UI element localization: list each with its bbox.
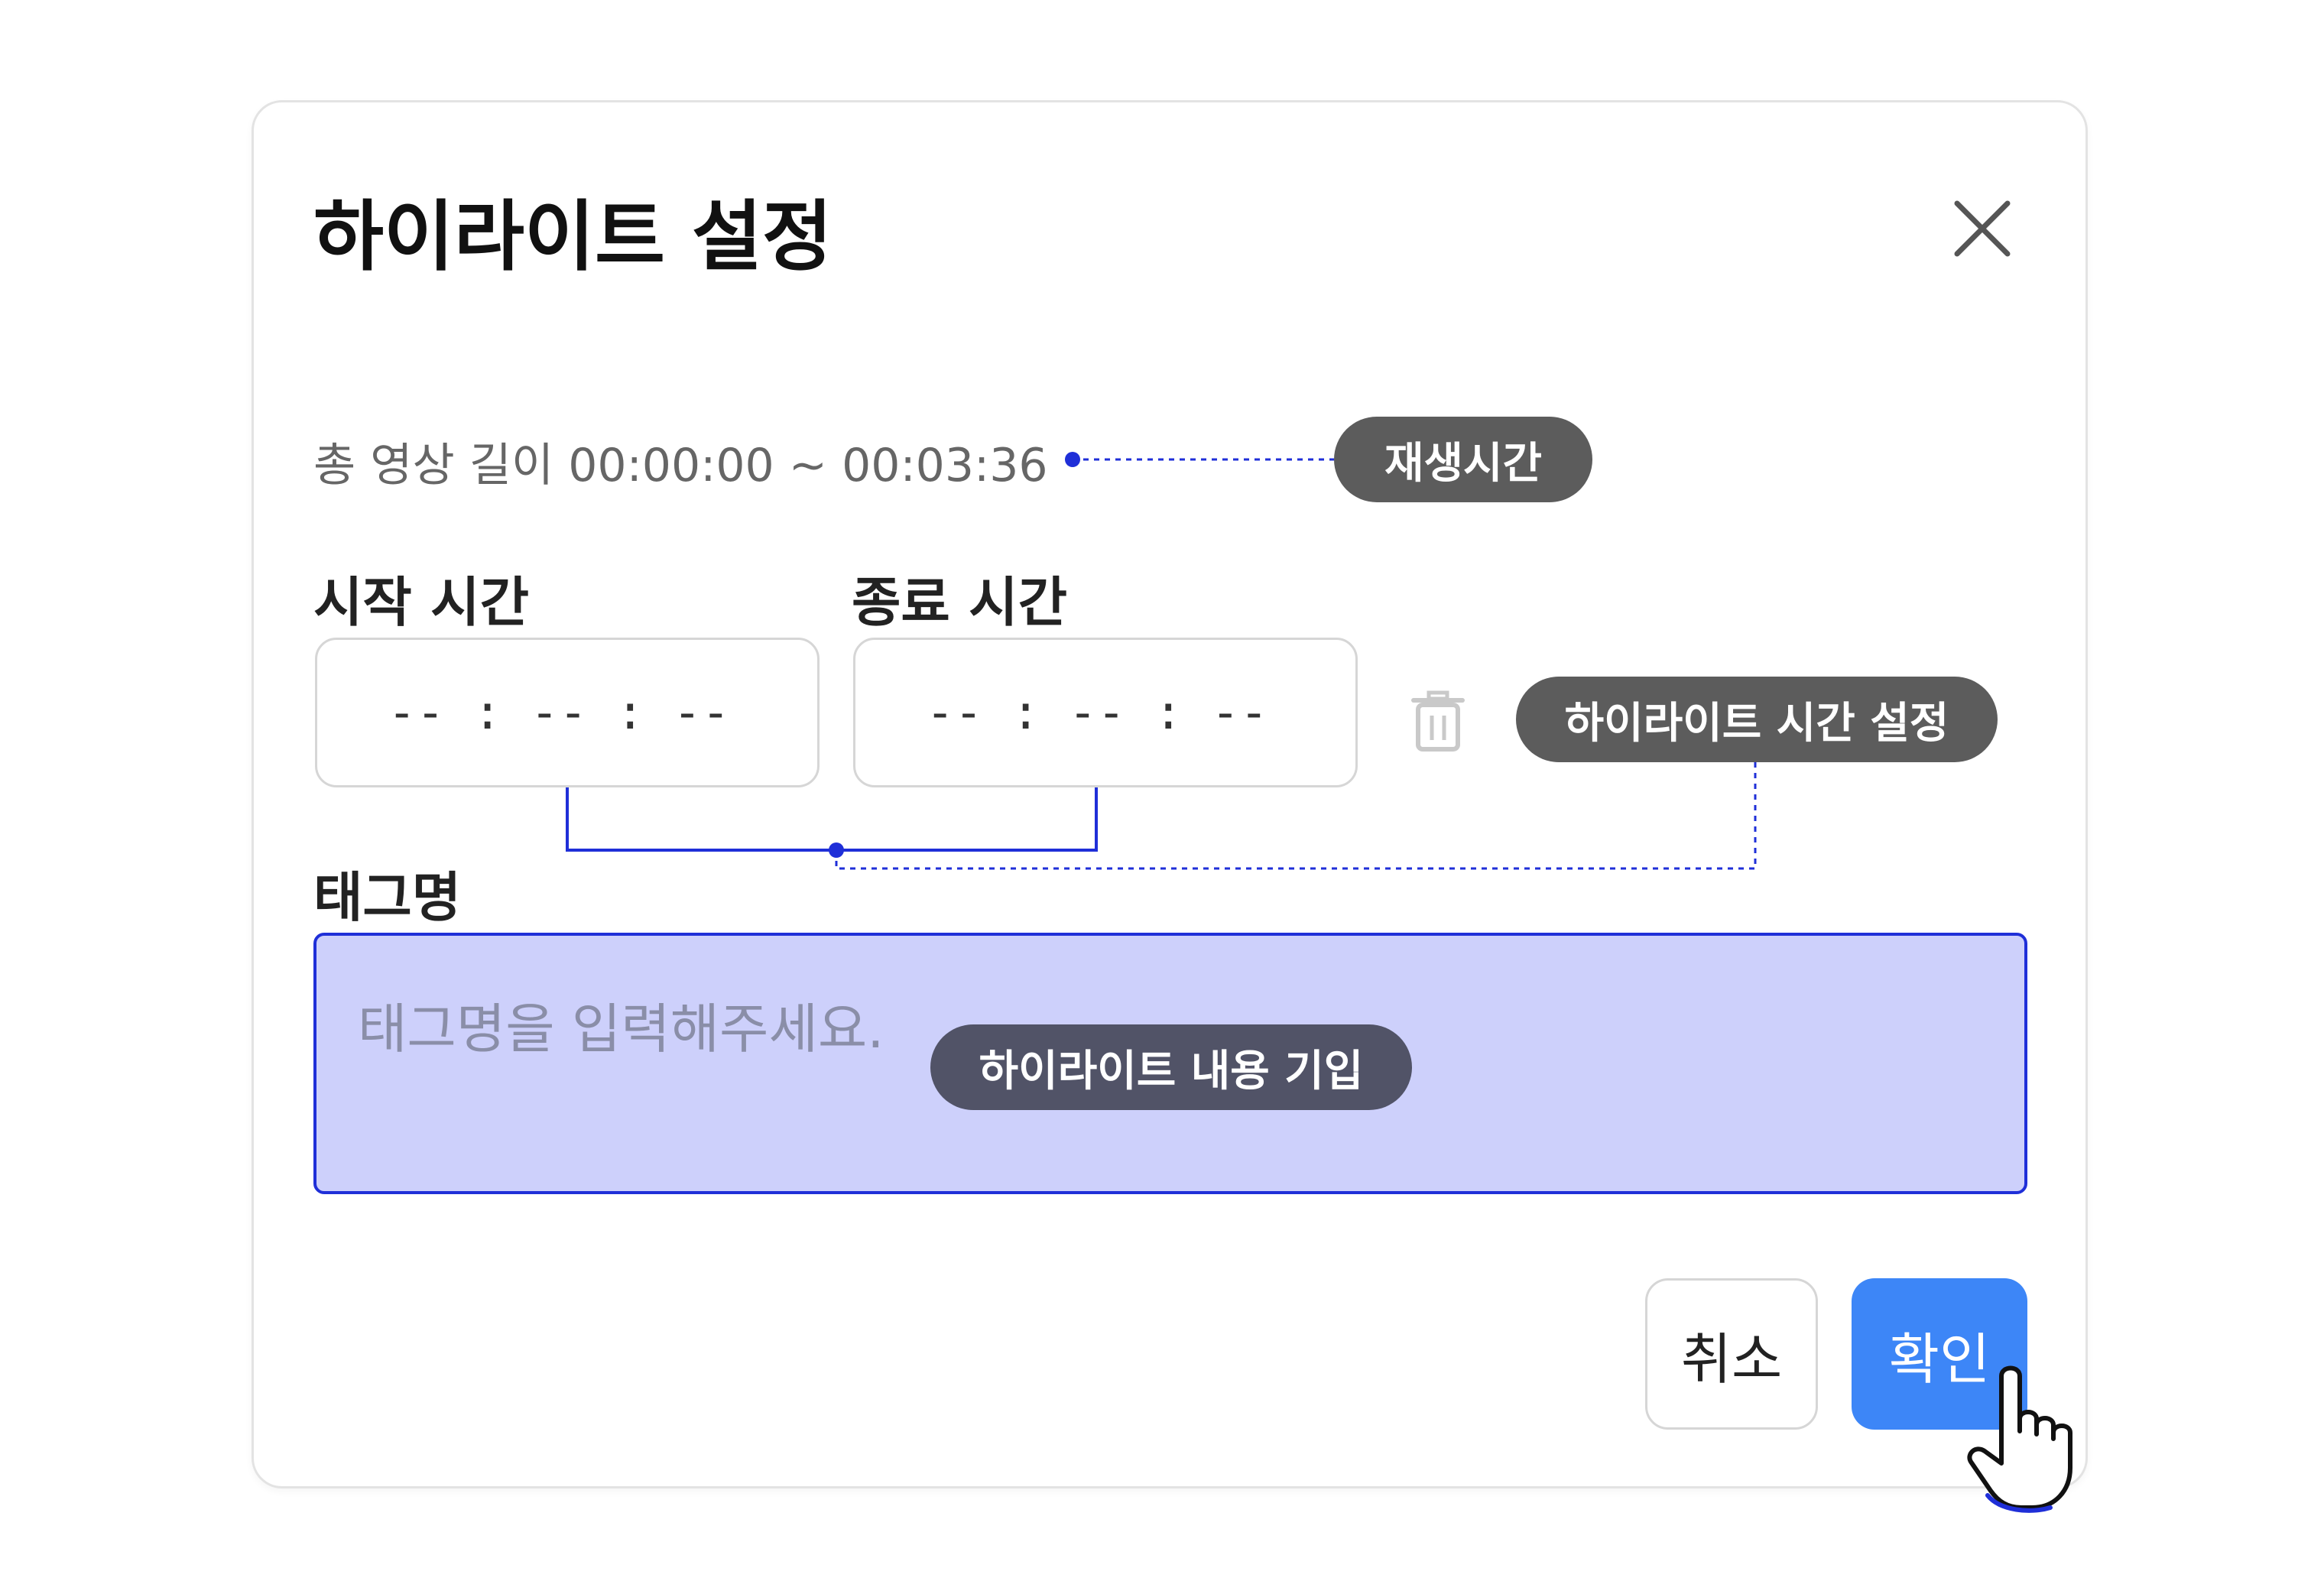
time-inputs-bracket <box>566 787 1098 852</box>
highlight-time-annotation: 하이라이트 시간 설정 <box>1516 677 1998 762</box>
playback-time-annotation: 재생시간 <box>1334 417 1592 502</box>
annotation-lines <box>566 452 1757 870</box>
hand-pointer-icon <box>1965 1361 2095 1514</box>
time-annotation-line <box>835 762 1757 870</box>
highlight-content-annotation: 하이라이트 내용 기입 <box>930 1024 1412 1110</box>
